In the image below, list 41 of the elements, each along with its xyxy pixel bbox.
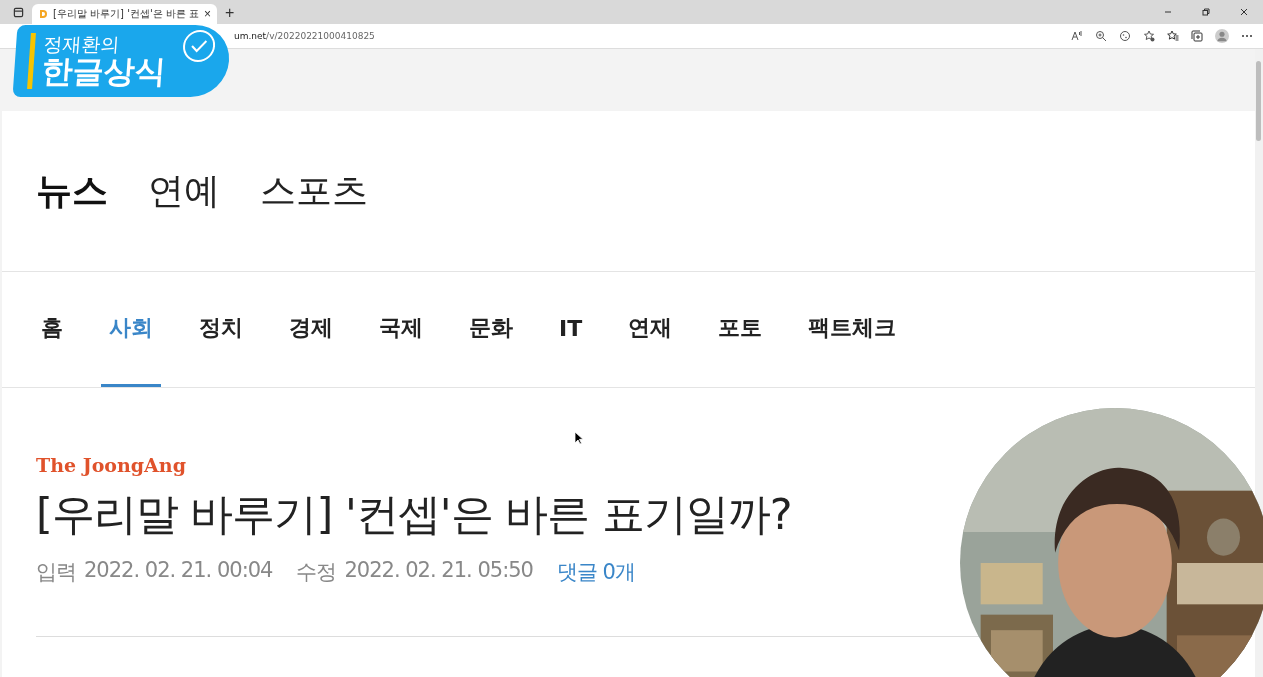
category-tab[interactable]: 팩트체크 [800,272,905,387]
category-tab[interactable]: 포토 [710,272,771,387]
tab-close-button[interactable]: × [204,7,212,21]
scrollbar-thumb[interactable] [1256,61,1261,141]
service-tab[interactable]: 연예 [148,166,220,216]
category-tab[interactable]: IT [551,272,591,387]
close-icon[interactable] [1239,7,1249,17]
modified-time: 2022. 02. 21. 05:50 [344,558,533,584]
zoom-icon[interactable] [1095,30,1107,42]
browser-tab[interactable]: [우리말 바루기] '컨셉'은 바른 표 × [32,4,218,24]
profile-avatar-icon[interactable] [1215,29,1229,43]
category-tab[interactable]: 정치 [191,272,251,387]
comments-link[interactable]: 댓글 0개 [556,558,635,586]
category-tab[interactable]: 국제 [371,272,431,387]
category-tab[interactable]: 홈 [33,272,71,387]
cookie-icon[interactable] [1119,30,1131,42]
read-aloud-icon[interactable] [1071,30,1083,42]
restore-icon[interactable] [1201,7,1211,17]
check-circle-icon [180,29,218,63]
banner-subtitle: 정재환의 [42,34,121,55]
publisher-logo[interactable]: The JoongAng [36,454,186,476]
published-time: 2022. 02. 21. 00:04 [84,558,273,584]
mouse-cursor-icon [574,431,584,445]
article-title: [우리말 바루기] '컨셉'은 바른 표기일까? [36,488,792,541]
favorites-icon[interactable] [1167,30,1179,42]
category-tab[interactable]: 사회 [101,272,161,387]
published-label: 입력 [36,559,76,586]
modified-label: 수정 [296,559,337,586]
banner-title: 한글상식 [40,54,167,88]
tab-actions-icon[interactable] [13,7,24,18]
service-tab[interactable]: 뉴스 [36,166,108,216]
new-tab-button[interactable]: + [225,4,235,22]
category-tab[interactable]: 경제 [281,272,341,387]
category-tab[interactable]: 연재 [620,272,681,387]
tab-title: [우리말 바루기] '컨셉'은 바른 표 [53,7,199,21]
site-favicon-icon [38,9,48,19]
service-tab[interactable]: 스포츠 [260,166,368,216]
address-field[interactable]: um.net/v/20220221000410825 [234,31,375,41]
star-add-icon[interactable] [1143,30,1155,42]
category-tab[interactable]: 문화 [461,272,521,387]
collections-icon[interactable] [1191,30,1203,42]
